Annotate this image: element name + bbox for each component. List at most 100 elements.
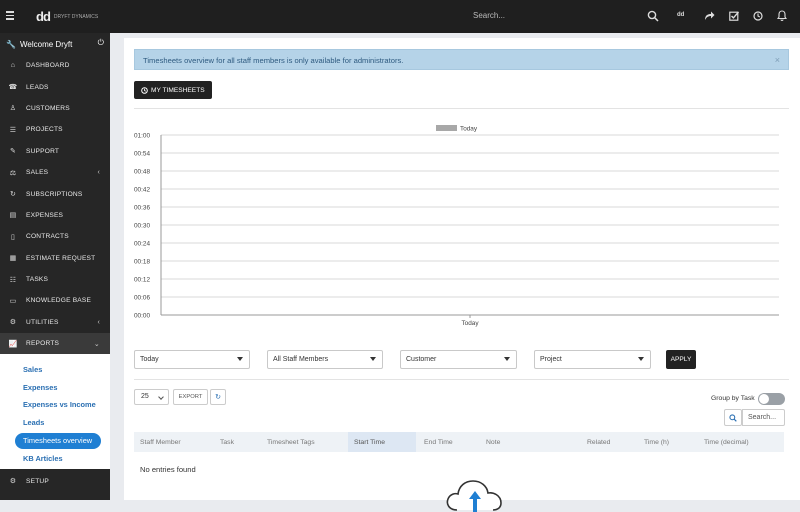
submenu-item-sales[interactable]: Sales <box>0 360 110 378</box>
welcome-text: Welcome Dryft <box>20 39 73 49</box>
staff-select[interactable]: All Staff Members <box>267 350 383 369</box>
y-tick-label: 00:24 <box>134 240 150 247</box>
column-timesheet-tags[interactable]: Timesheet Tags <box>267 432 347 452</box>
sidebar-item-utilities[interactable]: ⚙ UTILITIES ‹ <box>0 312 110 333</box>
sidebar-item-estimate-request[interactable]: ▦ ESTIMATE REQUEST <box>0 248 110 269</box>
sidebar-item-label: SUBSCRIPTIONS <box>26 190 83 198</box>
sidebar-item-label: SALES <box>26 169 49 177</box>
gear-icon: ⚙ <box>9 478 17 486</box>
period-value: Today <box>140 356 159 363</box>
y-tick-label: 00:48 <box>134 168 150 175</box>
sidebar-item-label: UTILITIES <box>26 318 59 326</box>
sidebar-item-reports[interactable]: 📈 REPORTS ⌄ <box>0 333 110 355</box>
y-tick-label: 01:00 <box>134 132 150 139</box>
sidebar-item-projects[interactable]: ☰ PROJECTS <box>0 119 110 140</box>
caret-down-icon <box>237 357 243 361</box>
sidebar-item-setup[interactable]: ⚙ SETUP <box>0 469 110 493</box>
brand-logo[interactable]: dd DRYFT DYNAMICS <box>36 9 98 24</box>
submenu-item-expenses-vs-income[interactable]: Expenses vs Income <box>0 396 110 414</box>
bell-icon[interactable] <box>777 10 787 21</box>
close-icon[interactable]: × <box>775 55 780 65</box>
list-icon: ▦ <box>9 255 17 263</box>
share-icon[interactable] <box>704 11 715 21</box>
period-select[interactable]: Today <box>134 350 250 369</box>
legend-label: Today <box>460 126 478 133</box>
area-chart-icon: 📈 <box>8 340 18 348</box>
cogs-icon: ⚙ <box>9 319 17 327</box>
top-bar: dd DRYFT DYNAMICS Search... dd <box>0 0 800 33</box>
home-icon: ⌂ <box>10 62 16 70</box>
ticket-icon: ✎ <box>9 148 17 156</box>
group-by-task-label: Group by Task <box>711 395 755 402</box>
y-tick-label: 00:06 <box>134 294 150 301</box>
toggle-knob <box>759 394 769 404</box>
sidebar-item-dashboard[interactable]: ⌂ DASHBOARD <box>0 55 110 76</box>
sidebar-item-label: PROJECTS <box>26 126 63 134</box>
submenu-item-timesheets-overview[interactable]: Timesheets overview <box>15 432 101 449</box>
search-icon[interactable] <box>647 10 659 22</box>
page-length-value: 25 <box>141 393 149 400</box>
my-timesheets-button[interactable]: MY TIMESHEETS <box>134 81 212 99</box>
sidebar-item-label: LEADS <box>26 83 49 91</box>
sidebar-item-label: KNOWLEDGE BASE <box>26 297 92 305</box>
reports-submenu: Sales Expenses Expenses vs Income Leads … <box>0 354 110 470</box>
alert-text: Timesheets overview for all staff member… <box>143 56 404 65</box>
column-start-time[interactable]: Start Time <box>348 432 416 452</box>
top-search-input[interactable]: Search... <box>473 11 505 20</box>
staff-value: All Staff Members <box>273 356 329 363</box>
y-tick-label: 00:42 <box>134 186 150 193</box>
column-time-decimal[interactable]: Time (decimal) <box>704 432 779 452</box>
clock-icon[interactable] <box>753 11 763 21</box>
sidebar-item-knowledge-base[interactable]: ▭ KNOWLEDGE BASE <box>0 290 110 311</box>
column-task[interactable]: Task <box>220 432 260 452</box>
user-avatar[interactable]: dd <box>677 12 684 18</box>
page-length-select[interactable]: 25 <box>134 389 169 405</box>
power-icon[interactable]: ⏻ <box>98 38 104 48</box>
submenu-item-expenses[interactable]: Expenses <box>0 378 110 396</box>
tasks-icon: ☷ <box>9 276 17 284</box>
menu-toggle-icon[interactable] <box>6 11 14 20</box>
empty-table-message: No entries found <box>140 465 196 474</box>
chevron-down-icon: ⌄ <box>93 340 100 348</box>
sidebar-item-tasks[interactable]: ☷ TASKS <box>0 269 110 290</box>
y-tick-label: 00:54 <box>134 150 150 157</box>
column-end-time[interactable]: End Time <box>424 432 484 452</box>
sidebar: 🔧 Welcome Dryft ⏻ ⌂ DASHBOARD ☎ LEADS ♙ CUS… <box>0 33 110 500</box>
submenu-item-leads[interactable]: Leads <box>0 414 110 432</box>
checkbox-icon[interactable] <box>729 11 739 21</box>
sidebar-item-expenses[interactable]: ▤ EXPENSES <box>0 205 110 226</box>
x-tick-label: Today <box>461 320 479 327</box>
column-related[interactable]: Related <box>587 432 632 452</box>
sidebar-item-support[interactable]: ✎ SUPPORT <box>0 141 110 162</box>
legend-swatch <box>436 125 457 131</box>
sidebar-item-leads[interactable]: ☎ LEADS <box>0 76 110 97</box>
column-time-h[interactable]: Time (h) <box>644 432 694 452</box>
chevron-left-icon: ‹ <box>97 169 100 177</box>
customer-value: Customer <box>406 356 437 363</box>
reload-icon[interactable]: ↻ <box>210 389 226 405</box>
customer-select[interactable]: Customer <box>400 350 517 369</box>
sidebar-item-label: EXPENSES <box>26 211 64 219</box>
project-select[interactable]: Project <box>534 350 651 369</box>
caret-down-icon <box>504 357 510 361</box>
y-tick-label: 00:12 <box>134 276 150 283</box>
sidebar-item-label: DASHBOARD <box>26 62 70 70</box>
sidebar-item-customers[interactable]: ♙ CUSTOMERS <box>0 98 110 119</box>
logo-line-1: DRYFT DYNAMICS <box>53 13 99 20</box>
balance-scale-icon: ⚖ <box>9 169 17 177</box>
table-search-input[interactable]: Search... <box>742 409 785 426</box>
info-alert: Timesheets overview for all staff member… <box>134 49 789 70</box>
logo-mark: dd <box>36 9 51 24</box>
sidebar-item-label: CONTRACTS <box>26 233 69 241</box>
column-staff-member[interactable]: Staff Member <box>140 432 212 452</box>
sidebar-item-sales[interactable]: ⚖ SALES ‹ <box>0 162 110 183</box>
export-button[interactable]: EXPORT <box>173 389 208 405</box>
sidebar-item-subscriptions[interactable]: ↻ SUBSCRIPTIONS <box>0 183 110 204</box>
sidebar-item-contracts[interactable]: ▯ CONTRACTS <box>0 226 110 247</box>
search-icon[interactable] <box>724 409 742 426</box>
submenu-item-kb-articles[interactable]: KB Articles <box>0 450 110 468</box>
column-note[interactable]: Note <box>486 432 546 452</box>
group-by-task-toggle[interactable] <box>758 393 785 405</box>
apply-button[interactable]: APPLY <box>666 350 696 369</box>
folder-icon: ▭ <box>9 297 17 305</box>
